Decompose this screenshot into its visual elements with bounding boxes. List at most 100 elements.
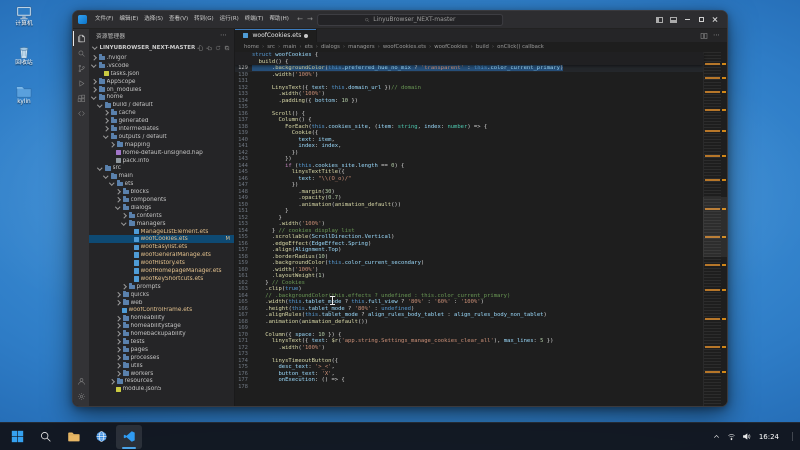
activity-explorer[interactable] xyxy=(73,31,89,46)
tree-folder-mapping[interactable]: mapping xyxy=(89,141,234,149)
close-button[interactable] xyxy=(708,12,722,28)
modified-dot-icon[interactable] xyxy=(304,33,309,38)
tree-folder-oh_modules[interactable]: oh_modules xyxy=(89,85,234,94)
activity-settings[interactable] xyxy=(73,389,89,404)
tree-folder-resources[interactable]: resources xyxy=(89,377,234,386)
split-editor-icon[interactable] xyxy=(700,32,708,40)
taskbar-clock[interactable]: 16:24 xyxy=(757,433,781,441)
tree-folder-ets[interactable]: ets xyxy=(89,180,234,188)
activity-run-debug[interactable] xyxy=(73,76,89,91)
tree-folder-build_default[interactable]: build / default xyxy=(89,101,234,109)
more-icon[interactable]: ⋯ xyxy=(713,32,720,39)
tree-file-woofHomepageManager.ets[interactable]: woofHomepageManager.ets xyxy=(89,267,234,275)
tree-file-woofEasylist.ets[interactable]: woofEasylist.ets xyxy=(89,243,234,251)
collapse-all-icon[interactable] xyxy=(224,45,230,51)
breadcrumb-item[interactable]: home xyxy=(244,44,259,50)
menu-item[interactable]: 文件(F) xyxy=(92,14,116,26)
breadcrumb-item[interactable]: woofCookies.ets xyxy=(383,44,426,50)
tree-folder-managers[interactable]: managers xyxy=(89,220,234,228)
tree-folder-prompts[interactable]: prompts xyxy=(89,283,234,291)
breadcrumb-item[interactable]: ets xyxy=(305,44,313,50)
tree-folder-utils[interactable]: utils xyxy=(89,362,234,370)
taskbar-search-button[interactable] xyxy=(32,425,58,449)
tree-folder-homebackupability[interactable]: homebackupability xyxy=(89,330,234,338)
volume-icon[interactable] xyxy=(742,432,751,441)
breadcrumb-item[interactable]: main xyxy=(283,44,296,50)
tree-file-woofControlFrame.ets[interactable]: woofControlFrame.ets xyxy=(89,307,234,315)
tree-folder-src[interactable]: src xyxy=(89,164,234,172)
activity-search[interactable] xyxy=(73,46,89,61)
tree-folder-web[interactable]: web xyxy=(89,298,234,307)
tree-folder-main[interactable]: main xyxy=(89,172,234,180)
tree-folder-contents[interactable]: contents xyxy=(89,212,234,220)
tree-folder-tests[interactable]: tests xyxy=(89,338,234,346)
network-icon[interactable] xyxy=(727,432,736,441)
panel-layout-button[interactable] xyxy=(652,12,666,28)
breadcrumb-item[interactable]: src xyxy=(267,44,275,50)
sticky-line[interactable]: build() { xyxy=(235,59,703,66)
nav-back-icon[interactable]: ← xyxy=(297,16,303,23)
tab-woofCookies.ets[interactable]: woofCookies.ets xyxy=(235,29,318,42)
tree-file-pack.info[interactable]: pack.info xyxy=(89,157,234,165)
menu-item[interactable]: 终端(T) xyxy=(242,14,267,26)
tray-expand-icon[interactable] xyxy=(712,432,721,441)
maximize-button[interactable] xyxy=(694,12,708,28)
activity-source-control[interactable] xyxy=(73,61,89,76)
taskbar-start-button[interactable] xyxy=(4,425,30,449)
tree-folder-blocks[interactable]: blocks xyxy=(89,188,234,196)
tree-folder-processes[interactable]: processes xyxy=(89,354,234,362)
desktop-icon-computer[interactable]: 计算机 xyxy=(4,5,44,28)
nav-forward-icon[interactable]: → xyxy=(307,16,313,23)
tree-file-woofHistory.ets[interactable]: woofHistory.ets xyxy=(89,259,234,267)
tree-folder-generated[interactable]: generated xyxy=(89,117,234,125)
desktop-icon-recycle-bin[interactable]: 回收站 xyxy=(4,44,44,67)
tree-folder-intermediates[interactable]: intermediates xyxy=(89,125,234,133)
more-icon[interactable]: ⋯ xyxy=(220,32,227,39)
menu-item[interactable]: 运行(R) xyxy=(217,14,242,26)
tree-folder-dialogs[interactable]: dialogs xyxy=(89,204,234,212)
project-header[interactable]: LINYUBROWSER_NEXT-MASTER xyxy=(89,42,234,53)
breadcrumb-item[interactable]: build xyxy=(476,44,489,50)
activity-account[interactable] xyxy=(73,374,89,389)
tree-file-home-default-unsigned.hap[interactable]: home-default-unsigned.hap xyxy=(89,149,234,157)
tree-folder-workers[interactable]: workers xyxy=(89,369,234,378)
code-line-178[interactable]: 178 xyxy=(235,384,703,391)
show-desktop-button[interactable] xyxy=(792,432,796,441)
menu-item[interactable]: 帮助(H) xyxy=(266,14,291,26)
taskbar-vscode-button[interactable] xyxy=(116,424,142,449)
tree-folder-AppScope[interactable]: AppScope xyxy=(89,78,234,86)
menu-item[interactable]: 转到(G) xyxy=(191,14,217,26)
tree-folder-.vscode[interactable]: .vscode xyxy=(89,62,234,70)
tree-folder-cache[interactable]: cache xyxy=(89,109,234,117)
tree-file-ManageListElement.ets[interactable]: ManageListElement.ets xyxy=(89,228,234,236)
menu-item[interactable]: 查看(V) xyxy=(166,14,191,26)
tree-folder-.hvigor[interactable]: .hvigor xyxy=(89,54,234,62)
command-center[interactable]: LinyuBrowser_NEXT-master xyxy=(316,13,503,26)
menu-item[interactable]: 编辑(E) xyxy=(116,14,141,26)
activity-extensions[interactable] xyxy=(73,91,89,106)
minimap-slider[interactable] xyxy=(703,197,727,258)
activity-remote[interactable] xyxy=(73,106,89,121)
tree-folder-components[interactable]: components xyxy=(89,196,234,204)
tree-folder-quicks[interactable]: quicks xyxy=(89,291,234,299)
new-file-icon[interactable] xyxy=(197,45,203,51)
tree-file-woofGeneralManage.ets[interactable]: woofGeneralManage.ets xyxy=(89,251,234,259)
tree-file-tasks.json[interactable]: tasks.json xyxy=(89,70,234,78)
tree-file-module.json5[interactable]: module.json5 xyxy=(89,385,234,393)
minimize-button[interactable] xyxy=(680,12,694,28)
layout-button[interactable] xyxy=(666,12,680,28)
tree-folder-pages[interactable]: pages xyxy=(89,346,234,354)
tree-file-woofKeyShortcuts.ets[interactable]: woofKeyShortcuts.ets xyxy=(89,275,234,283)
tree-folder-outputs_default[interactable]: outputs / default xyxy=(89,133,234,141)
breadcrumb-item[interactable]: dialogs xyxy=(321,44,340,50)
taskbar-browser-button[interactable] xyxy=(88,425,114,449)
breadcrumb-item[interactable]: woofCookies xyxy=(434,44,467,50)
tree-file-woofCookies.ets[interactable]: woofCookies.ets M xyxy=(89,235,234,244)
breadcrumb-item[interactable]: managers xyxy=(348,44,375,50)
desktop-icon-kylin[interactable]: kylin xyxy=(4,83,44,106)
taskbar-file-manager-button[interactable] xyxy=(60,425,86,449)
new-folder-icon[interactable] xyxy=(206,45,212,51)
breadcrumb-item[interactable]: onClick() callback xyxy=(497,44,544,50)
tree-folder-homeabilitystage[interactable]: homeabilitystage xyxy=(89,322,234,330)
menu-item[interactable]: 选择(S) xyxy=(141,14,166,26)
